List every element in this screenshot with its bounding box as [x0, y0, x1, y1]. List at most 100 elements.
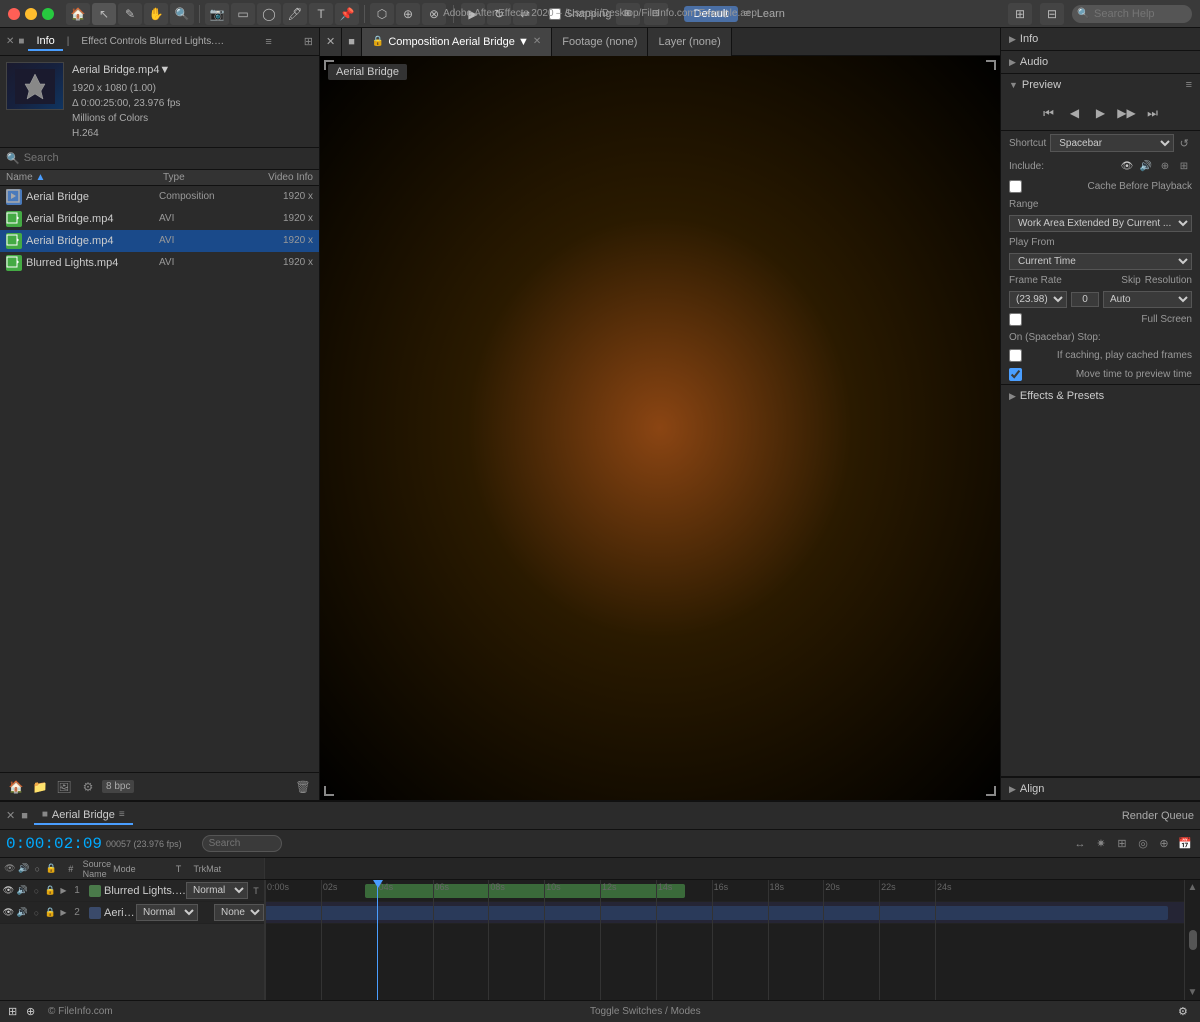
panel-expand-icon[interactable]: ⊞: [304, 35, 313, 48]
new-comp-icon[interactable]: 📁: [30, 777, 50, 797]
list-item[interactable]: Aerial Bridge Composition 1920 x: [0, 186, 319, 208]
play-from-select[interactable]: Current Time: [1009, 253, 1192, 270]
collapse-tab-btn[interactable]: ■: [342, 28, 362, 56]
shortcut-reset-icon[interactable]: ↺: [1176, 134, 1192, 152]
fullscreen-button[interactable]: [42, 8, 54, 20]
caching-checkbox[interactable]: [1009, 349, 1022, 362]
list-item[interactable]: Aerial Bridge.mp4 AVI 1920 x: [0, 230, 319, 252]
preview-title[interactable]: ▼ Preview ≡: [1001, 74, 1200, 96]
prev-play-btn[interactable]: ▶: [1090, 102, 1112, 124]
timeline-scrollbar[interactable]: ▲ ▼: [1184, 880, 1200, 1000]
layer-row-1[interactable]: 👁 🔊 ○ 🔒 ▶ 1 Blurred Lights.mp4 Normal T: [0, 880, 264, 902]
puppet-tool[interactable]: ⬡: [370, 3, 394, 25]
status-icon-1[interactable]: ⊞: [8, 1005, 22, 1019]
workspace-button[interactable]: Default: [684, 6, 739, 22]
close-tab-btn[interactable]: ✕: [320, 28, 342, 56]
tl-ctrl-4[interactable]: ◎: [1134, 835, 1152, 853]
audio-title[interactable]: ▶ Audio: [1001, 51, 1200, 73]
render-queue-btn[interactable]: Render Queue: [1122, 810, 1194, 822]
tl-ctrl-1[interactable]: ↔: [1071, 835, 1089, 853]
tab-project[interactable]: Info: [28, 33, 62, 51]
minimize-button[interactable]: [25, 8, 37, 20]
prev-first-btn[interactable]: ⏮: [1038, 102, 1060, 124]
prev-forward-btn[interactable]: ▶▶: [1116, 102, 1138, 124]
tab-composition[interactable]: 🔒 Composition Aerial Bridge ▼ ✕: [362, 28, 552, 56]
pen2-tool[interactable]: 🖊: [283, 3, 307, 25]
snapping-checkbox[interactable]: [549, 8, 561, 20]
preview-menu-icon[interactable]: ≡: [1186, 79, 1192, 91]
panels-icon[interactable]: ⊟: [1040, 3, 1064, 25]
shortcut-select[interactable]: Spacebar: [1050, 134, 1174, 152]
timeline-collapse-icon[interactable]: ■: [21, 810, 28, 822]
include-audio-icon[interactable]: 🔊: [1138, 158, 1154, 174]
snap2-icon[interactable]: ⊟: [644, 3, 668, 25]
info-title[interactable]: ▶ Info: [1001, 28, 1200, 50]
tab-footage[interactable]: Footage (none): [552, 28, 648, 56]
close-comp-tab-icon[interactable]: ✕: [533, 36, 541, 47]
timeline-close-icon[interactable]: ✕: [6, 809, 15, 822]
layer-2-lock-icon[interactable]: 🔒: [44, 906, 57, 919]
expand-icon[interactable]: ⊞: [1008, 3, 1032, 25]
layer-2-solo-icon[interactable]: ○: [30, 906, 43, 919]
timeline-comp-tab[interactable]: ■ Aerial Bridge ≡: [34, 807, 133, 825]
include-export-icon[interactable]: ⊞: [1176, 158, 1192, 174]
align-title[interactable]: ▶ Align: [1001, 778, 1200, 800]
panel-search-input[interactable]: [24, 152, 313, 164]
timeline-search-input[interactable]: [202, 835, 282, 852]
play-tool[interactable]: ▶: [461, 3, 485, 25]
settings-icon[interactable]: ⚙: [78, 777, 98, 797]
home-tool[interactable]: 🏠: [66, 3, 90, 25]
new-item-icon[interactable]: 🖼: [54, 777, 74, 797]
tab-effect-controls[interactable]: Effect Controls Blurred Lights.mp4: [73, 34, 233, 49]
cache-checkbox[interactable]: [1009, 180, 1022, 193]
pin-tool[interactable]: 📌: [335, 3, 359, 25]
ellipse-tool[interactable]: ◯: [257, 3, 281, 25]
camera-tool[interactable]: 📷: [205, 3, 229, 25]
loop-tool[interactable]: ↻: [487, 3, 511, 25]
range-select[interactable]: Work Area Extended By Current ...: [1009, 215, 1192, 232]
tab-layer[interactable]: Layer (none): [648, 28, 731, 56]
timeline-comp-menu[interactable]: ≡: [119, 809, 125, 820]
panel-collapse-icon[interactable]: ■: [18, 36, 24, 47]
select-tool[interactable]: ↖: [92, 3, 116, 25]
new-folder-icon[interactable]: 🏠: [6, 777, 26, 797]
scroll-up-icon[interactable]: ▲: [1186, 880, 1200, 895]
include-overlay-icon[interactable]: ⊕: [1157, 158, 1173, 174]
status-toggle[interactable]: Toggle Switches / Modes: [121, 1006, 1170, 1017]
hand-tool[interactable]: ✋: [144, 3, 168, 25]
layer-2-vis-icon[interactable]: 👁: [2, 906, 15, 919]
layer-1-mode-select[interactable]: Normal: [186, 882, 248, 899]
mask-tool[interactable]: ⊗: [422, 3, 446, 25]
layer-1-expand-icon[interactable]: ▶: [59, 886, 68, 895]
skip-input[interactable]: [1071, 292, 1099, 307]
scroll-thumb[interactable]: [1189, 930, 1197, 950]
close-button[interactable]: [8, 8, 20, 20]
layer-1-lock-icon[interactable]: 🔒: [44, 884, 57, 897]
text-tool[interactable]: T: [309, 3, 333, 25]
frame-rate-select[interactable]: (23.98): [1009, 291, 1067, 308]
roto-tool[interactable]: ⊕: [396, 3, 420, 25]
layer-2-trkmat-select[interactable]: None: [214, 904, 264, 921]
resolution-select[interactable]: Auto: [1103, 291, 1192, 308]
status-icon-2[interactable]: ⊕: [26, 1005, 40, 1019]
tl-ctrl-6[interactable]: 📅: [1176, 835, 1194, 853]
tl-ctrl-2[interactable]: ✷: [1092, 835, 1110, 853]
layer-row-2[interactable]: 👁 🔊 ○ 🔒 ▶ 2 Aerial Bridge.mp4 Normal Non…: [0, 902, 264, 924]
tl-ctrl-3[interactable]: ⊞: [1113, 835, 1131, 853]
learn-button[interactable]: Learn: [757, 8, 785, 20]
panel-menu-icon[interactable]: ≡: [265, 36, 271, 48]
delete-icon[interactable]: 🗑: [293, 777, 313, 797]
rect-tool[interactable]: ▭: [231, 3, 255, 25]
effects-title[interactable]: ▶ Effects & Presets: [1001, 385, 1200, 407]
prev-last-btn[interactable]: ⏭: [1142, 102, 1164, 124]
layer-1-audio-icon[interactable]: 🔊: [16, 884, 29, 897]
include-video-icon[interactable]: 👁: [1119, 158, 1135, 174]
search-input[interactable]: [1072, 5, 1192, 23]
layer-1-solo-icon[interactable]: ○: [30, 884, 43, 897]
current-time-display[interactable]: 0:00:02:09: [6, 835, 102, 853]
prev-back-btn[interactable]: ◀: [1064, 102, 1086, 124]
zoom-tool[interactable]: 🔍: [170, 3, 194, 25]
layer-2-mode-select[interactable]: Normal: [136, 904, 198, 921]
layer-2-audio-icon[interactable]: 🔊: [16, 906, 29, 919]
panel-close-icon[interactable]: ✕: [6, 36, 14, 47]
